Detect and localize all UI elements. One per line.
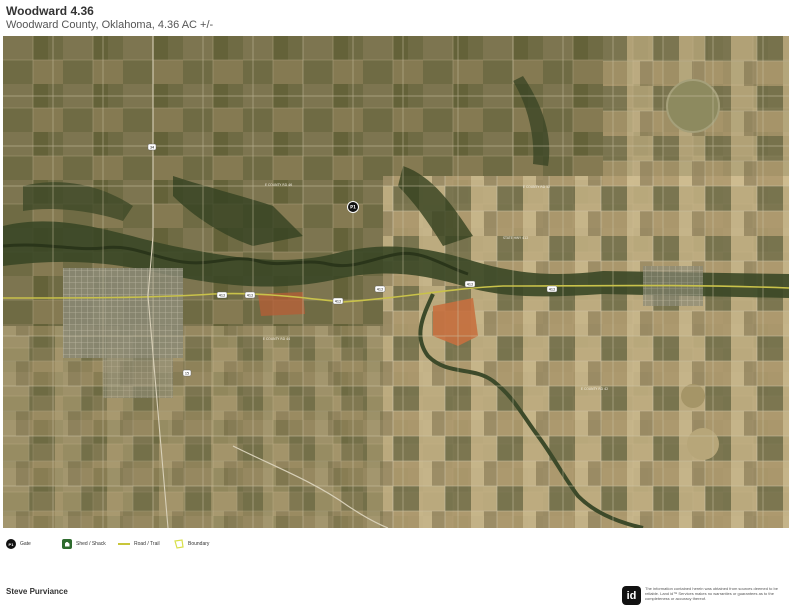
disclaimer-text: The information contained herein was obt… [645,586,778,601]
legend-label: Gate [20,541,31,547]
gate-icon: P1 [6,539,16,549]
highway-shield: 412 [216,291,228,299]
svg-text:412: 412 [247,294,253,298]
svg-text:412: 412 [467,283,473,287]
boundary-icon [174,539,184,549]
highway-shield: 412 [464,280,476,288]
map-title: Woodward 4.36 [6,4,94,18]
legend-item-shed: Shed / Shack [62,537,106,551]
owner-name: Steve Purviance [6,587,68,596]
land-id-logo: id [622,586,641,605]
highway-shield: 34 [147,143,157,151]
shed-icon [62,539,72,549]
legend-label: Road / Trail [134,541,160,547]
svg-text:412: 412 [335,300,341,304]
svg-text:412: 412 [377,288,383,292]
highway-shield: 412 [332,297,344,305]
svg-text:412: 412 [549,288,555,292]
highway-shield: 412 [244,291,256,299]
map-imagery: 412 412 412 412 412 412 34 15 E COUNTY R… [3,36,789,528]
highway-shield: 15 [182,369,192,377]
legend-item-road-trail: Road / Trail [118,537,160,551]
map-subtitle: Woodward County, Oklahoma, 4.36 AC +/- [6,19,214,31]
road-label: E COUNTY RD 52 [523,185,550,189]
legend-label: Boundary [188,541,210,547]
satellite-map[interactable]: 412 412 412 412 412 412 34 15 E COUNTY R… [3,36,789,528]
road-label: E COUNTY RD 46 [265,183,292,187]
road-label: STATE HWY 412 [503,236,528,240]
road-label: E COUNTY RD 42 [581,387,608,391]
road-trail-icon [118,543,130,545]
svg-text:412: 412 [219,294,225,298]
svg-text:34: 34 [150,146,154,150]
svg-text:15: 15 [185,372,189,376]
svg-text:P1: P1 [350,205,356,210]
highway-shield: 412 [546,285,558,293]
legend-label: Shed / Shack [76,541,106,547]
highway-shield: 412 [374,285,386,293]
legend-item-boundary: Boundary [174,537,209,551]
property-marker[interactable]: P1 [347,201,359,213]
legend-item-gate: P1 Gate [6,537,31,551]
road-label: E COUNTY RD 44 [263,337,290,341]
